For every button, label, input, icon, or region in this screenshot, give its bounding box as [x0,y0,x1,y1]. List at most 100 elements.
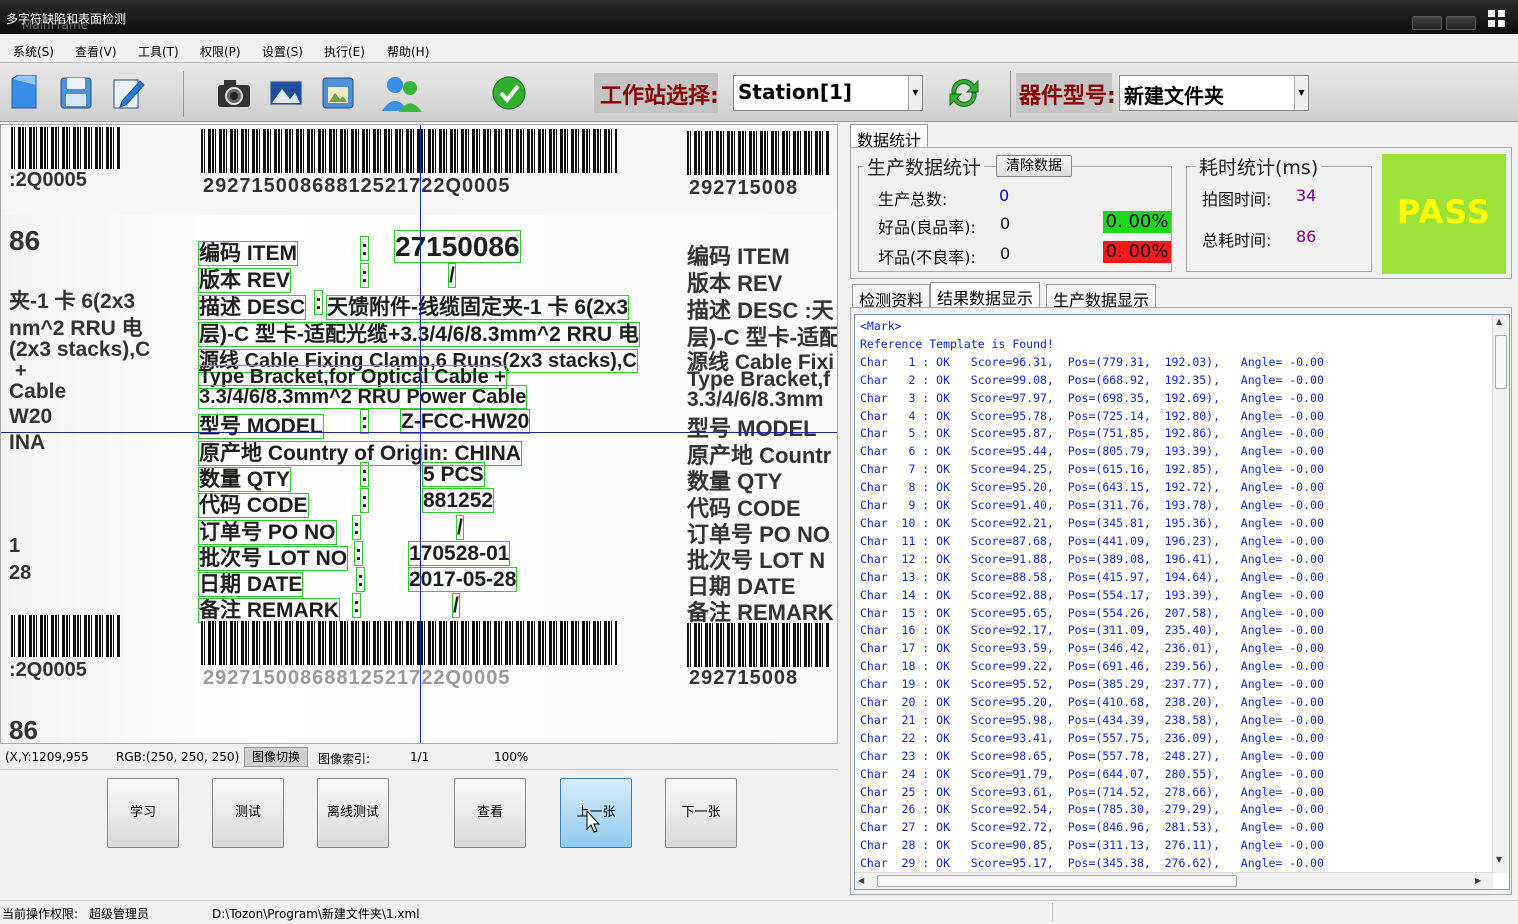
chevron-down-icon[interactable]: ▼ [1294,76,1308,110]
next-image-button[interactable]: 下一张 [665,778,737,848]
ocr-row-label: 批次号 LOT NO [197,546,349,571]
menu-help[interactable]: 帮助(H) [387,43,429,60]
bad-label: 坏品(不良率): [878,248,976,267]
log-line: Char 18 : OK Score=99.22, Pos=(691.46, 2… [860,659,1324,674]
menu-view[interactable]: 查看(V) [75,43,117,60]
ocr-row-value: / [452,593,460,618]
tab-result-display[interactable]: 结果数据显示 [930,282,1041,308]
menu-execute[interactable]: 执行(E) [324,43,365,60]
log-line: Char 6 : OK Score=95.44, Pos=(805.79, 19… [860,444,1324,459]
title-bar: MainFrame 多字符缺陷和表面检测 [0,0,1518,34]
station-select-value: Station[1] [738,80,853,104]
right-bottom-code: 292715008 [689,667,799,689]
chevron-down-icon[interactable]: ▼ [908,76,922,110]
permission-label: 当前操作权限: [2,907,79,921]
barcode-right-top [687,131,829,175]
ocr-row-label: 订单号 PO NO [198,520,337,545]
device-select[interactable]: 新建文件夹 ▼ [1119,75,1309,111]
scroll-thumb[interactable] [877,875,1237,887]
log-line: Char 3 : OK Score=97.97, Pos=(698.35, 19… [860,390,1324,405]
menu-tools[interactable]: 工具(T) [138,43,179,60]
ocr-row-label: 代码 CODE [198,493,309,518]
bottom-barcode-text: 29271500868812521722Q0005 [203,667,511,689]
menu-bar: 系统(S) 查看(V) 工具(T) 权限(P) 设置(S) 执行(E) 帮助(H… [0,38,1518,62]
toolbar: 工作站选择: Station[1] ▼ 器件型号: 新建文件夹 ▼ [0,62,1518,122]
menu-system[interactable]: 系统(S) [13,43,54,60]
new-file-icon[interactable] [6,74,42,111]
left-small: 28 [9,562,32,584]
ocr-row-colon: : [356,567,365,592]
log-line: Char 11 : OK Score=87.68, Pos=(441.09, 1… [860,533,1324,548]
log-line: Char 20 : OK Score=95.20, Pos=(410.68, 2… [860,695,1324,710]
ocr-row-label: 版本 REV [197,268,292,293]
capture-time-label: 拍图时间: [1202,190,1272,209]
ocr-row-colon: : [314,290,323,315]
bottom-status-bar: 当前操作权限: 超级管理员 D:\Tozon\Program\新建文件夹\1.x… [0,900,1518,924]
ocr-row-label: 描述 DESC [197,295,307,320]
ocr-row-colon: : [360,236,369,261]
left-bottom-86: 86 [9,715,38,744]
ocr-row-label: 型号 MODEL [198,414,324,439]
image-status-bar: (X,Y:1209,955 RGB:(250, 250, 250) 图像切换 图… [0,744,838,770]
timing-title: 耗时统计(ms) [1196,153,1322,180]
ocr-row-value: 5 PCS [422,462,485,487]
menu-permission[interactable]: 权限(P) [200,43,241,60]
crosshair-horizontal [1,432,837,433]
left-86: 86 [9,225,41,256]
ocr-row-colon: : [352,593,361,618]
top-barcode-text: 29271500868812521722Q0005 [203,175,511,197]
log-line: Char 27 : OK Score=92.72, Pos=(846.96, 2… [860,820,1324,835]
barcode-left-top [11,127,121,169]
menu-settings[interactable]: 设置(S) [262,43,303,60]
view-button[interactable]: 查看 [454,778,526,848]
minimize-button[interactable] [1412,16,1442,30]
save-image-icon[interactable] [320,75,356,111]
station-select[interactable]: Station[1] ▼ [733,75,923,111]
image-viewer[interactable]: :2Q0005 29271500868812521722Q0005 292715… [0,124,838,744]
station-label: 工作站选择: [600,84,719,109]
refresh-icon[interactable] [946,75,982,111]
camera-icon[interactable] [216,75,252,111]
left-line: (2x3 stacks),C [9,338,151,361]
tab-production-display[interactable]: 生产数据显示 [1046,284,1157,310]
result-log[interactable]: <Mark> Reference Template is Found! Char 1… [854,314,1510,890]
scroll-thumb[interactable] [1495,335,1507,389]
ocr-row-label: 原产地 Country of Origin: CHINA [198,441,522,466]
left-line: Cable [9,380,67,403]
device-select-value: 新建文件夹 [1124,84,1224,108]
image-switch-button[interactable]: 图像切换 [244,747,308,767]
ocr-row-colon: : [360,462,369,487]
log-line: Char 10 : OK Score=92.21, Pos=(345.81, 1… [860,515,1324,530]
app-grid-icon[interactable] [1488,10,1506,28]
log-horizontal-scrollbar[interactable]: ◀ ▶ [855,872,1493,889]
ocr-row-label: 数量 QTY [197,467,292,492]
tab-inspection-info[interactable]: 检测资料 [852,284,931,310]
save-icon[interactable] [58,75,94,111]
log-line: Char 12 : OK Score=91.88, Pos=(389.08, 1… [860,551,1324,566]
test-button[interactable]: 测试 [212,778,284,848]
left-bottom-code: :2Q0005 [9,659,87,681]
log-line: Char 25 : OK Score=93.61, Pos=(714.52, 2… [860,784,1324,799]
offline-test-button[interactable]: 离线测试 [317,778,389,848]
edit-icon[interactable] [110,75,146,111]
log-line: Char 23 : OK Score=98.65, Pos=(557.78, 2… [860,748,1324,763]
ocr-row-label: 3.3/4/6/8.3mm^2 RRU Power Cable [197,385,528,409]
clear-data-button[interactable]: 清除数据 [996,155,1072,177]
users-icon[interactable] [380,73,424,113]
log-vertical-scrollbar[interactable]: ▲ ▼ [1492,315,1509,873]
ocr-row-value: 天馈附件-线缆固定夹-1 卡 6(2x3 [325,295,630,320]
log-line: Char 22 : OK Score=93.41, Pos=(557.75, 2… [860,730,1324,745]
maximize-button[interactable] [1446,16,1476,30]
image-icon[interactable] [268,75,304,111]
log-line: Char 26 : OK Score=92.54, Pos=(785.30, 2… [860,802,1324,817]
right-line: 3.3/4/6/8.3mm [687,388,824,411]
total-value: 0 [999,186,1010,205]
ocr-row-value: / [456,515,464,540]
log-line: Reference Template is Found! [860,336,1054,351]
learn-button[interactable]: 学习 [107,778,179,848]
ocr-row-colon: : [360,263,369,288]
good-rate-badge: 0. 00% [1103,211,1171,233]
tab-data-stats[interactable]: 数据统计 [850,124,929,150]
ocr-item-value: 27150086 [394,230,521,263]
check-icon[interactable] [491,75,527,111]
